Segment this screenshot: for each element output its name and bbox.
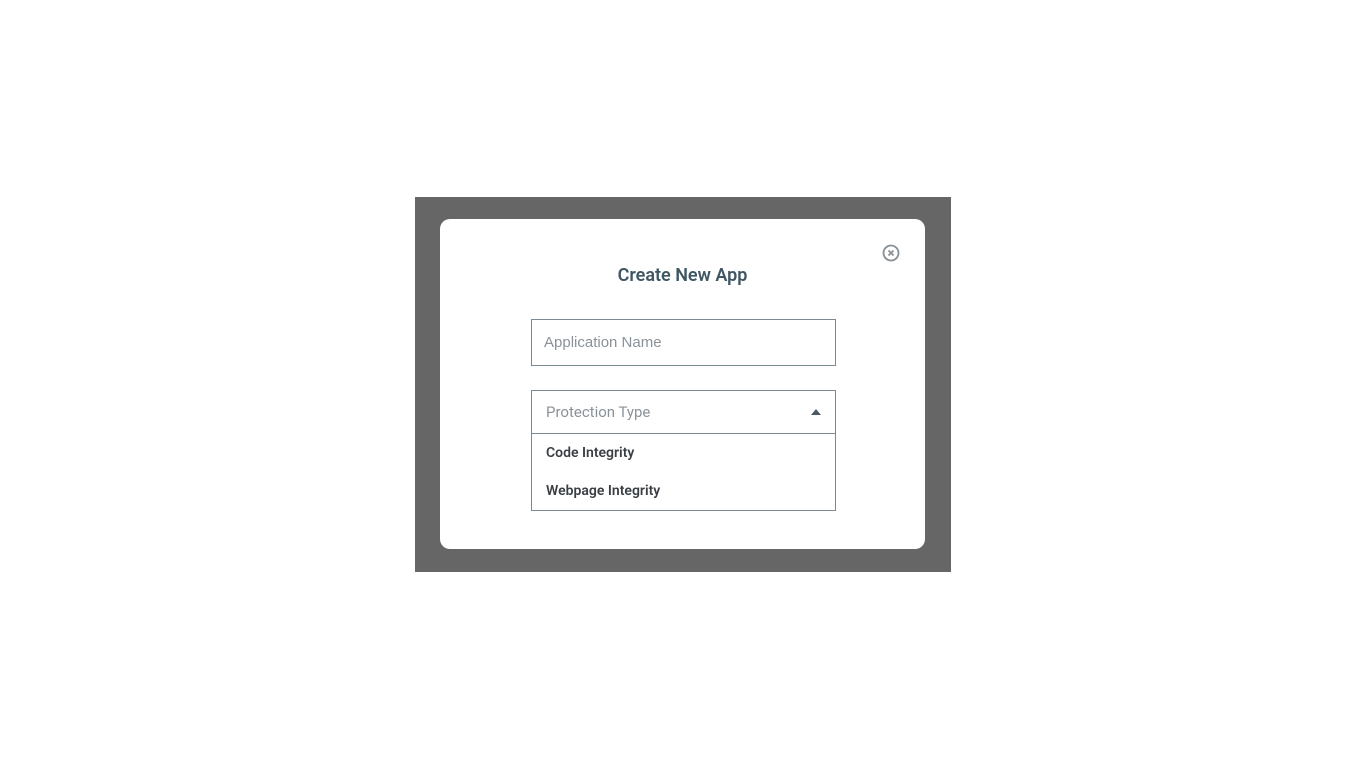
protection-type-placeholder: Protection Type	[546, 403, 650, 421]
application-name-field	[531, 319, 836, 366]
close-icon	[881, 243, 901, 263]
protection-type-select[interactable]: Protection Type	[531, 390, 836, 434]
caret-up-icon	[811, 409, 821, 415]
option-webpage-integrity[interactable]: Webpage Integrity	[532, 472, 835, 510]
application-name-input[interactable]	[531, 319, 836, 366]
close-button[interactable]	[881, 243, 901, 263]
create-app-modal: Create New App Protection Type Code Inte…	[440, 219, 925, 549]
option-code-integrity[interactable]: Code Integrity	[532, 434, 835, 472]
protection-type-options: Code Integrity Webpage Integrity	[531, 434, 836, 511]
protection-type-field: Protection Type Code Integrity Webpage I…	[531, 390, 836, 511]
modal-title: Create New App	[440, 265, 925, 286]
